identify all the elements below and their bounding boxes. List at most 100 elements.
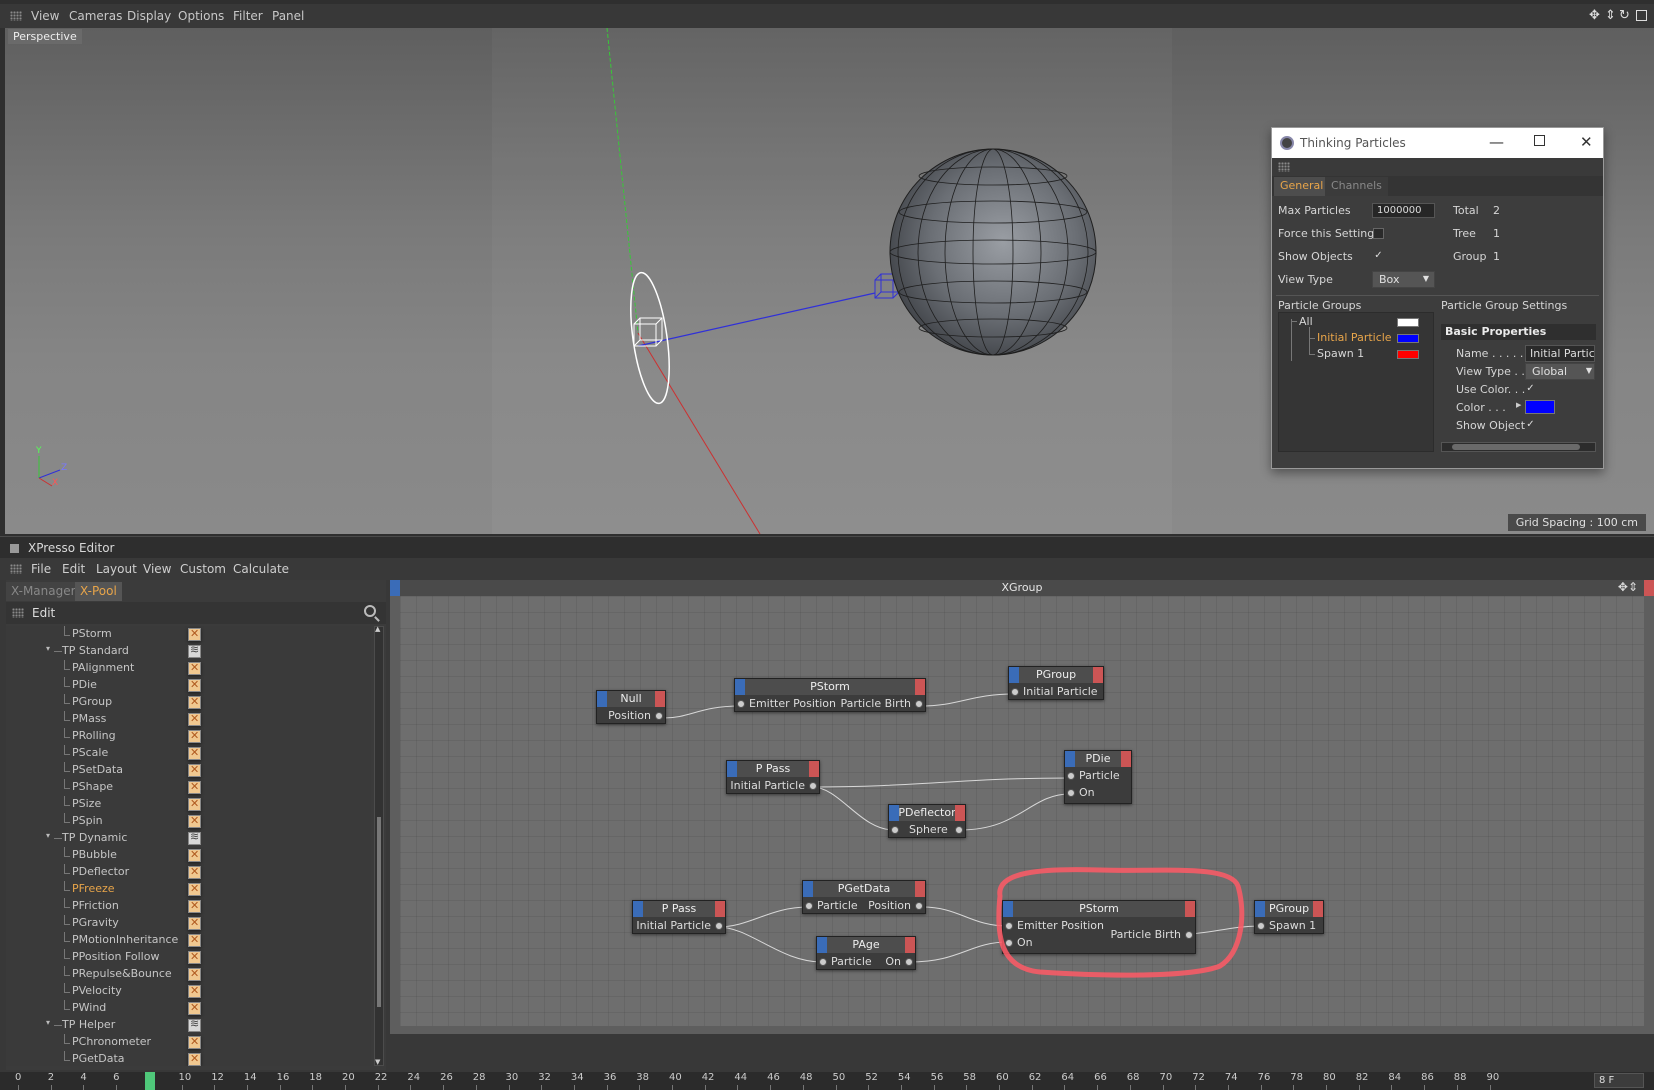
menu-file[interactable]: File	[31, 562, 51, 576]
tree-item-label: PScale	[72, 746, 109, 759]
menu-filter[interactable]: Filter	[233, 9, 263, 23]
zoom-icon[interactable]: ⇕	[1605, 8, 1616, 23]
expand-arrow-icon[interactable]: ▶	[1516, 401, 1521, 409]
timeline-tick	[672, 1085, 673, 1090]
show-object-checkbox[interactable]: ✓	[1525, 420, 1536, 431]
scroll-thumb[interactable]	[377, 817, 381, 1007]
timeline-tick-label: 66	[1094, 1072, 1107, 1083]
move-icon[interactable]: ✥	[1589, 8, 1600, 23]
menu-display[interactable]: Display	[127, 9, 171, 23]
tree-group[interactable]: ▾ TP Dynamic	[6, 830, 371, 847]
list-item[interactable]: PVelocity	[6, 983, 371, 1000]
menu-calculate[interactable]: Calculate	[233, 562, 289, 576]
tab-x-manager[interactable]: X-Manager	[6, 582, 81, 601]
expand-toggle-icon[interactable]: ▾	[46, 1018, 50, 1027]
grip-icon[interactable]	[10, 564, 22, 574]
scroll-down-icon[interactable]: ▼	[375, 1058, 380, 1066]
menu-custom[interactable]: Custom	[180, 562, 226, 576]
close-icon[interactable]: ✕	[1580, 133, 1593, 151]
pg-view-type-dropdown[interactable]: Global ▼	[1525, 363, 1595, 380]
menu-panel[interactable]: Panel	[272, 9, 304, 23]
use-color-checkbox[interactable]: ✓	[1525, 384, 1536, 395]
list-item[interactable]: PChronometer	[6, 1034, 371, 1051]
force-setting-label: Force this Setting	[1278, 227, 1375, 240]
tree-vscrollbar[interactable]: ▲ ▼	[374, 625, 384, 1066]
timeline-tick-label: 2	[47, 1072, 55, 1083]
output-pin-icon[interactable]	[1644, 580, 1654, 596]
tp-titlebar[interactable]: Thinking Particles — ✕	[1272, 128, 1603, 158]
xgroup-header[interactable]: XGroup ✥⇕	[390, 580, 1654, 596]
scroll-up-icon[interactable]: ▲	[375, 625, 380, 633]
menu-options[interactable]: Options	[178, 9, 224, 23]
list-item[interactable]: PDie	[6, 677, 371, 694]
list-item[interactable]: PRolling	[6, 728, 371, 745]
playhead[interactable]	[144, 1072, 155, 1090]
maximize-window-icon[interactable]	[1534, 135, 1545, 146]
tab-x-pool[interactable]: X-Pool	[75, 582, 122, 601]
list-item[interactable]: PFriction	[6, 898, 371, 915]
expand-toggle-icon[interactable]: ▾	[46, 644, 50, 653]
list-item[interactable]: PMass	[6, 711, 371, 728]
timeline-tick-label: 90	[1486, 1072, 1500, 1083]
list-item[interactable]: PWind	[6, 1000, 371, 1017]
timeline-tick-label: 86	[1421, 1072, 1434, 1083]
search-icon[interactable]	[364, 605, 376, 617]
group-initial-particle-color[interactable]	[1397, 334, 1419, 343]
list-item[interactable]: PMotionInheritance	[6, 932, 371, 949]
menu-view[interactable]: View	[31, 9, 59, 23]
group-all-color[interactable]	[1397, 318, 1419, 327]
color-swatch[interactable]	[1525, 400, 1555, 414]
menu-view[interactable]: View	[143, 562, 171, 576]
minimize-icon[interactable]: —	[1489, 133, 1504, 151]
group-spawn-1[interactable]: Spawn 1	[1317, 347, 1364, 360]
timeline[interactable]: 0246810121416182022242628303234363840424…	[0, 1072, 1654, 1090]
basic-properties-header[interactable]: Basic Properties	[1441, 324, 1596, 340]
list-item[interactable]: PGravity	[6, 915, 371, 932]
force-setting-checkbox[interactable]	[1373, 228, 1384, 239]
timeline-tick-label: 68	[1126, 1072, 1140, 1083]
rotate-icon[interactable]: ↻	[1619, 8, 1630, 23]
show-objects-checkbox[interactable]: ✓	[1373, 251, 1384, 262]
group-all[interactable]: All	[1299, 315, 1313, 328]
menu-edit[interactable]: Edit	[62, 562, 85, 576]
max-particles-input[interactable]: 1000000	[1372, 203, 1435, 218]
list-item[interactable]: PSpin	[6, 813, 371, 830]
list-item[interactable]: PSize	[6, 796, 371, 813]
list-item[interactable]: PBubble	[6, 847, 371, 864]
tab-general[interactable]: General	[1274, 177, 1330, 196]
list-item[interactable]: PAlignment	[6, 660, 371, 677]
list-item[interactable]: PPosition Follow	[6, 949, 371, 966]
list-item[interactable]: PGroup	[6, 694, 371, 711]
node-graph-canvas[interactable]: Null Position PStorm Emitter Position Pa…	[400, 596, 1644, 1026]
tree-group[interactable]: ▾ TP Helper	[6, 1017, 371, 1034]
expand-toggle-icon[interactable]: ▾	[46, 831, 50, 840]
panel-menu-icon[interactable]	[10, 544, 19, 553]
timeline-tick-label: 60	[996, 1072, 1009, 1083]
list-item[interactable]: PGetData	[6, 1051, 371, 1066]
tab-channels[interactable]: Channels	[1325, 177, 1388, 196]
list-item[interactable]: PShape	[6, 779, 371, 796]
pg-name-input[interactable]: Initial Partic	[1525, 345, 1595, 362]
grip-icon[interactable]	[12, 608, 24, 618]
list-item[interactable]: PDeflector	[6, 864, 371, 881]
menu-layout[interactable]: Layout	[96, 562, 137, 576]
list-item[interactable]: PScale	[6, 745, 371, 762]
maximize-icon[interactable]	[1636, 10, 1647, 21]
settings-hscrollbar[interactable]	[1441, 442, 1596, 452]
current-frame-field[interactable]: 8 F	[1594, 1073, 1644, 1088]
list-item[interactable]: PSetData	[6, 762, 371, 779]
scroll-thumb[interactable]	[1452, 444, 1580, 450]
timeline-tick	[704, 1085, 706, 1090]
list-item[interactable]: PRepulse&Bounce	[6, 966, 371, 983]
group-initial-particle[interactable]: Initial Particle	[1317, 331, 1392, 344]
pan-icon[interactable]: ✥⇕	[1618, 580, 1638, 594]
grip-icon[interactable]	[10, 11, 22, 21]
tree-group[interactable]: ▾ TP Standard	[6, 643, 371, 660]
group-spawn-1-color[interactable]	[1397, 350, 1419, 359]
view-type-dropdown[interactable]: Box ▼	[1372, 271, 1435, 288]
list-item[interactable]: PStorm	[6, 626, 371, 643]
grip-icon[interactable]	[1278, 162, 1290, 172]
x-pool-edit-menu[interactable]: Edit	[32, 606, 55, 620]
list-item[interactable]: PFreeze	[6, 881, 371, 898]
menu-cameras[interactable]: Cameras	[69, 9, 122, 23]
